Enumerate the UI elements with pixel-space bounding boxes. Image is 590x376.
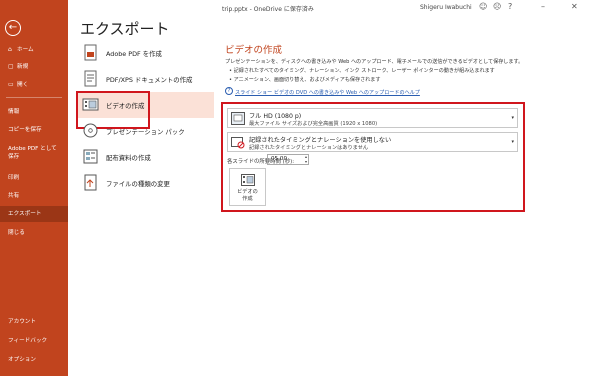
no-narration-icon (231, 137, 245, 149)
home-icon: ⌂ (8, 46, 12, 53)
page-title: エクスポート (80, 20, 170, 38)
video-icon (241, 174, 255, 186)
spinner-arrows-icon[interactable]: ▴ ▾ (305, 154, 307, 164)
monitor-icon (231, 112, 245, 125)
new-icon: ▢ (8, 63, 14, 70)
sidebar-item-info[interactable]: 情報 (0, 104, 68, 120)
seconds-per-slide-input[interactable]: 05.00 ▴ ▾ (267, 154, 309, 165)
menu-handouts[interactable]: 配布資料の作成 (78, 144, 210, 170)
menu-pdf-xps[interactable]: PDF/XPS ドキュメントの作成 (78, 66, 210, 92)
menu-change-file-type[interactable]: ファイルの種類の変更 (78, 170, 210, 196)
section-title: ビデオの作成 (225, 45, 283, 56)
sidebar-item-close[interactable]: 閉じる (0, 225, 68, 241)
bullet-item: • 記録されたすべてのタイミング、ナレーション、インク ストローク、レーザー ポ… (229, 68, 495, 74)
open-icon: ▭ (8, 81, 14, 88)
close-icon[interactable]: ✕ (571, 2, 578, 11)
quality-dropdown[interactable]: フル HD (1080 p) 最大ファイル サイズおよび完全高画質 (1920 … (227, 108, 518, 128)
video-description: プレゼンテーションを、ディスクへの書き込みや Web へのアップロード、電子メー… (225, 59, 524, 65)
pdf-xps-icon (84, 70, 97, 87)
question-icon: ? (225, 87, 233, 95)
sidebar-item-feedback[interactable]: フィードバック (0, 333, 68, 349)
document-title: trip.pptx - OneDrive に保存済み (222, 6, 314, 13)
sidebar-item-options[interactable]: オプション (0, 352, 68, 368)
adobe-pdf-icon (84, 44, 97, 61)
sidebar-item-print[interactable]: 印刷 (0, 170, 68, 186)
smiley-icon[interactable]: ☺ (479, 2, 487, 11)
title-bar: trip.pptx - OneDrive に保存済み Shigeru Iwabu… (68, 0, 590, 16)
sidebar-item-save-copy[interactable]: コピーを保存 (0, 122, 68, 138)
menu-adobe-pdf[interactable]: Adobe PDF を作成 (78, 40, 210, 66)
frown-icon[interactable]: ☹ (493, 2, 501, 11)
chevron-down-icon: ▾ (511, 115, 514, 121)
create-video-button[interactable]: ビデオの 作成 (229, 168, 266, 206)
powerpoint-backstage: ← ⌂ ホーム ▢ 新規 ▭ 開く 情報 コピーを保存 Adobe PDF として保存… (0, 0, 590, 376)
help-icon[interactable]: ? (508, 2, 512, 11)
menu-presentation-pack[interactable]: プレゼンテーション パック (78, 118, 210, 144)
chevron-down-icon: ▾ (511, 139, 514, 145)
handouts-icon (83, 149, 98, 164)
back-arrow-icon[interactable]: ← (5, 20, 21, 36)
help-link[interactable]: スライド ショー ビデオの DVD への書き込みや Web へのアップロードのヘ… (235, 89, 420, 96)
sidebar-item-new[interactable]: ▢ 新規 (0, 59, 68, 75)
sidebar-item-save-adobe-pdf[interactable]: Adobe PDF として保存 (0, 143, 68, 163)
bullet-item: • アニメーション、画面切り替え、およびメディアも保存されます (229, 77, 381, 83)
backstage-sidebar: ← ⌂ ホーム ▢ 新規 ▭ 開く 情報 コピーを保存 Adobe PDF として保存… (0, 0, 68, 376)
sidebar-item-open[interactable]: ▭ 開く (0, 77, 68, 93)
sidebar-item-account[interactable]: アカウント (0, 314, 68, 330)
sidebar-divider (6, 97, 62, 98)
user-name[interactable]: Shigeru Iwabuchi (420, 4, 472, 11)
sidebar-item-export[interactable]: エクスポート (0, 206, 68, 222)
file-type-icon (84, 174, 97, 191)
cd-icon (83, 123, 98, 138)
minimize-icon[interactable]: – (541, 2, 545, 11)
timing-dropdown[interactable]: 記録されたタイミングとナレーションを使用しない 記録されたタイミングとナレーショ… (227, 132, 518, 152)
sidebar-item-share[interactable]: 共有 (0, 188, 68, 204)
sidebar-item-home[interactable]: ⌂ ホーム (0, 42, 68, 58)
